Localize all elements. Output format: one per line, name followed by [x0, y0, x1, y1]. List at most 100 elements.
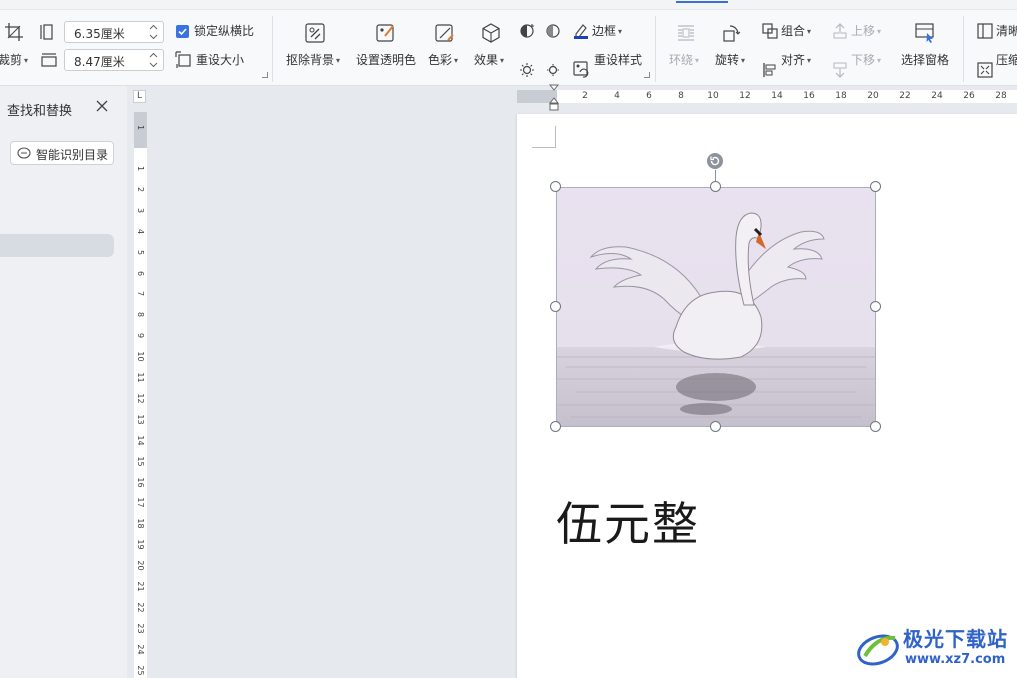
document-body-text[interactable]: 伍元整: [556, 496, 700, 552]
width-stepper-arrows[interactable]: [149, 51, 158, 69]
ruler-tick-label: 17: [136, 497, 145, 508]
crop-button[interactable]: 裁剪 ▾: [0, 52, 28, 69]
smart-toc-button[interactable]: 智能识别目录: [10, 141, 114, 165]
width-input[interactable]: 8.47厘米: [64, 49, 164, 71]
color-button[interactable]: 色彩 ▾: [428, 52, 458, 69]
ruler-tick-label: 4: [614, 91, 620, 101]
resize-handle-left[interactable]: [550, 301, 561, 312]
chevron-down-icon: ▾: [454, 56, 459, 65]
compress-button[interactable]: 压缩: [996, 52, 1017, 68]
decrease-brightness-icon[interactable]: [545, 62, 561, 78]
resize-handle-top[interactable]: [710, 181, 721, 192]
reset-style-icon: [573, 61, 590, 78]
increase-contrast-icon[interactable]: [519, 23, 535, 39]
effects-button[interactable]: 效果 ▾: [474, 52, 504, 69]
ruler-tick-label: 6: [136, 270, 145, 276]
ruler-tick-label: 25: [136, 665, 145, 676]
watermark-title: 极光下载站: [903, 627, 1008, 651]
sharpen-icon: [977, 23, 993, 39]
resize-handle-bottom[interactable]: [710, 421, 721, 432]
remove-background-icon: [304, 22, 326, 44]
ruler-tick-label: 7: [136, 291, 145, 297]
vertical-ruler[interactable]: 1 1 2 3 4 5 6 7 8 9 10 11 12 13 14 15 16 17 18 19 20 21 22 23 24…: [134, 112, 147, 678]
remove-background-label: 抠除背景: [286, 53, 335, 67]
group-button[interactable]: 组合 ▾: [781, 23, 811, 40]
pane-title: 查找和替换: [7, 104, 73, 119]
chevron-down-icon: ▾: [618, 27, 623, 36]
smart-toc-icon: [17, 147, 31, 159]
width-value: 8.47厘米: [74, 55, 125, 69]
align-icon: [762, 62, 778, 78]
group-label: 组合: [781, 24, 806, 38]
chevron-down-icon: ▾: [877, 27, 882, 36]
rotate-button[interactable]: 旋转 ▾: [715, 52, 745, 69]
border-button[interactable]: 边框 ▾: [592, 23, 622, 40]
ruler-tick-label: 26: [963, 91, 975, 101]
ruler-tick-label: 22: [136, 602, 145, 613]
transparent-color-button[interactable]: 设置透明色: [356, 52, 416, 68]
swan-photo[interactable]: [556, 187, 876, 427]
ruler-tick-label: 20: [136, 560, 145, 571]
ruler-tick-label: 9: [136, 333, 145, 339]
active-tab-indicator: [676, 1, 728, 3]
tab-stop-selector[interactable]: L: [133, 90, 146, 103]
color-label: 色彩: [428, 53, 453, 67]
border-label: 边框: [592, 24, 617, 38]
chevron-down-icon: ▾: [741, 56, 746, 65]
height-input[interactable]: 6.35厘米: [64, 21, 164, 43]
color-adjust-icon: [434, 22, 456, 44]
reset-style-button[interactable]: 重设样式: [594, 52, 642, 68]
close-icon[interactable]: [94, 98, 110, 114]
ruler-tick-label: 8: [678, 91, 684, 101]
send-backward-icon: [832, 62, 848, 78]
remove-background-button[interactable]: 抠除背景 ▾: [286, 52, 340, 69]
border-pen-icon: [573, 23, 589, 39]
ruler-tick-label: 20: [867, 91, 879, 101]
ruler-tick-label: 13: [136, 414, 145, 425]
chevron-down-icon: ▾: [695, 56, 700, 65]
indent-marker-icon[interactable]: [548, 84, 560, 114]
reset-size-button[interactable]: 重设大小: [196, 52, 244, 68]
margin-corner-mark: [532, 126, 556, 148]
resize-handle-bottom-left[interactable]: [550, 421, 561, 432]
compress-icon: [977, 62, 993, 78]
ribbon-tab-strip: [0, 0, 1017, 10]
site-logo-icon: [855, 626, 901, 670]
chevron-down-icon: ▾: [807, 56, 812, 65]
ruler-tick-label: 18: [835, 91, 847, 101]
ruler-tick-label: 1: [136, 165, 145, 172]
align-button[interactable]: 对齐 ▾: [781, 52, 811, 69]
increase-brightness-icon[interactable]: [519, 62, 535, 78]
lock-ratio-label[interactable]: 锁定纵横比: [194, 23, 254, 39]
clear-button[interactable]: 清晰: [996, 23, 1017, 39]
ruler-tick-label: 2: [582, 91, 588, 101]
ruler-tick-label: 16: [803, 91, 815, 101]
height-stepper-arrows[interactable]: [149, 23, 158, 41]
height-icon: [40, 24, 56, 40]
resize-handle-top-right[interactable]: [870, 181, 881, 192]
watermark-url: www.xz7.com: [905, 652, 1006, 667]
lock-ratio-checkbox[interactable]: [176, 25, 189, 38]
resize-handle-top-left[interactable]: [550, 181, 561, 192]
chevron-down-icon: ▾: [336, 56, 341, 65]
ruler-tick-label: 18: [136, 518, 145, 529]
decrease-contrast-icon[interactable]: [545, 23, 561, 39]
ruler-tick-label: 6: [646, 91, 652, 101]
wrap-button: 环绕 ▾: [669, 52, 699, 69]
size-dialog-launcher[interactable]: [262, 72, 268, 78]
bring-forward-button: 上移 ▾: [851, 23, 881, 40]
ruler-tick-label: 3: [136, 207, 145, 213]
chevron-down-icon: ▾: [24, 56, 29, 65]
picture-format-dialog-launcher[interactable]: [644, 72, 650, 78]
ruler-tick-label: 24: [931, 91, 943, 101]
ruler-tick-label: 15: [136, 456, 145, 467]
rotate-handle-icon[interactable]: [706, 152, 724, 170]
horizontal-ruler[interactable]: 2 4 6 8 10 12 14 16 18 20 22 24 26 28: [557, 90, 1017, 103]
selection-pane-button[interactable]: 选择窗格: [901, 52, 949, 68]
nav-selected-item[interactable]: [0, 234, 114, 257]
bring-forward-label: 上移: [851, 24, 876, 38]
crop-icon[interactable]: [4, 22, 24, 42]
resize-handle-bottom-right[interactable]: [870, 421, 881, 432]
resize-handle-right[interactable]: [870, 301, 881, 312]
toolbar-divider: [655, 16, 656, 82]
